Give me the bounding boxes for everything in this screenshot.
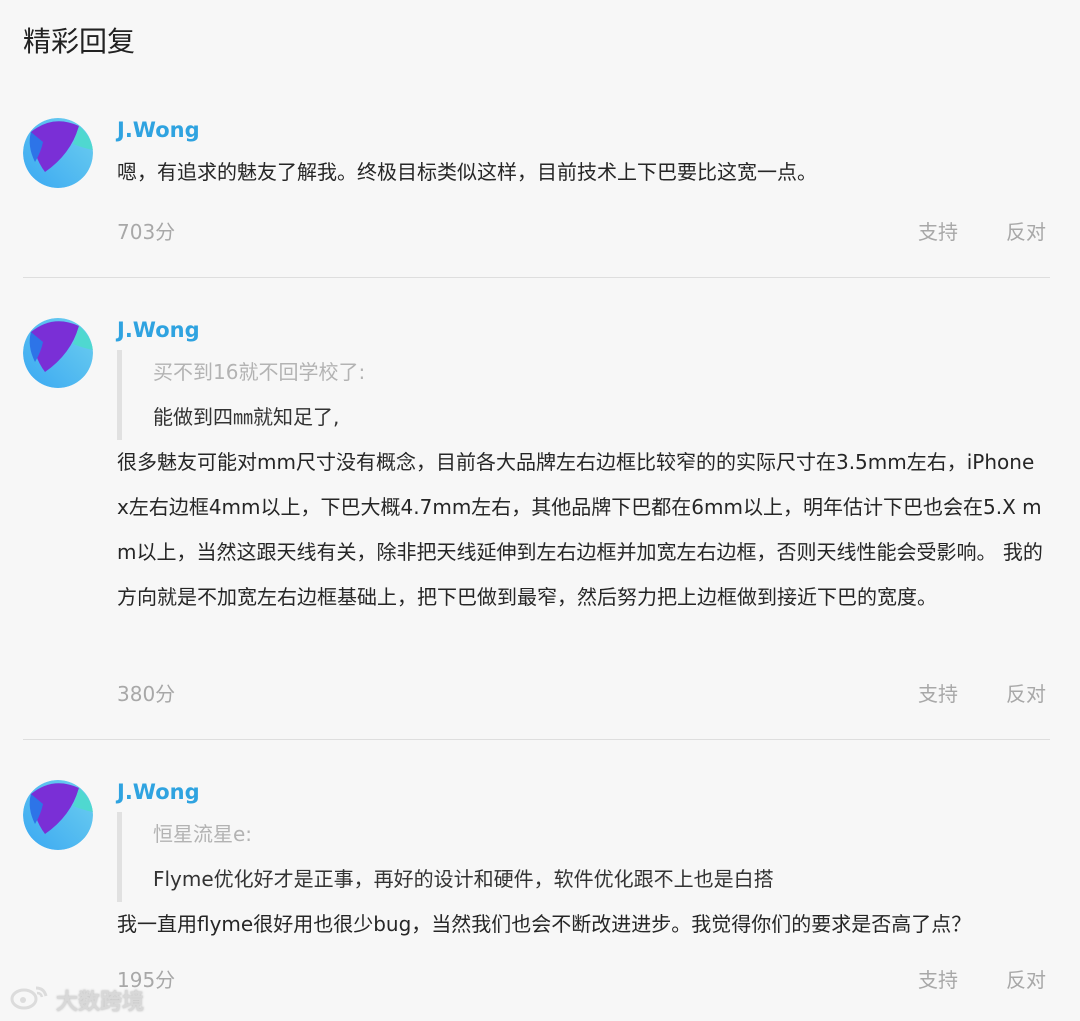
oppose-button[interactable]: 反对 xyxy=(1006,218,1046,246)
divider xyxy=(23,277,1050,278)
avatar-logo-icon xyxy=(23,118,93,188)
quoted-reply: 买不到16就不回学校了: 能做到四㎜就知足了, xyxy=(117,350,1037,440)
reply-item: J.Wong 买不到16就不回学校了: 能做到四㎜就知足了, 很多魅友可能对mm… xyxy=(23,316,1050,716)
avatar[interactable] xyxy=(23,118,93,188)
score: 703分 xyxy=(117,220,176,244)
reply-item: J.Wong 嗯，有追求的魅友了解我。终极目标类似这样，目前技术上下巴要比这宽一… xyxy=(23,116,1050,246)
oppose-button[interactable]: 反对 xyxy=(1006,966,1046,994)
watermark: 大数跨境 xyxy=(10,984,144,1016)
reply-text: 嗯，有追求的魅友了解我。终极目标类似这样，目前技术上下巴要比这宽一点。 xyxy=(117,160,817,184)
avatar-logo-icon xyxy=(23,318,93,388)
section-title: 精彩回复 xyxy=(23,25,136,58)
score: 380分 xyxy=(117,682,176,706)
quote-author[interactable]: 恒星流星e: xyxy=(153,812,1037,857)
avatar[interactable] xyxy=(23,318,93,388)
support-button[interactable]: 支持 xyxy=(918,680,958,708)
username[interactable]: J.Wong xyxy=(117,116,200,144)
quote-author[interactable]: 买不到16就不回学校了: xyxy=(153,350,1037,395)
quote-text: Flyme优化好才是正事，再好的设计和硬件，软件优化跟不上也是白搭 xyxy=(153,867,774,891)
username[interactable]: J.Wong xyxy=(117,778,200,806)
divider xyxy=(23,739,1050,740)
quoted-reply: 恒星流星e: Flyme优化好才是正事，再好的设计和硬件，软件优化跟不上也是白搭 xyxy=(117,812,1037,902)
weibo-logo-icon xyxy=(10,984,50,1016)
avatar-logo-icon xyxy=(23,780,93,850)
reply-text: 我一直用flyme很好用也很少bug，当然我们也会不断改进进步。我觉得你们的要求… xyxy=(117,912,972,936)
support-button[interactable]: 支持 xyxy=(918,218,958,246)
reply-item: J.Wong 恒星流星e: Flyme优化好才是正事，再好的设计和硬件，软件优化… xyxy=(23,778,1050,1008)
reply-text: 很多魅友可能对mm尺寸没有概念，目前各大品牌左右边框比较窄的的实际尺寸在3.5m… xyxy=(117,450,1043,609)
watermark-text: 大数跨境 xyxy=(56,990,145,1015)
oppose-button[interactable]: 反对 xyxy=(1006,680,1046,708)
quote-text: 能做到四㎜就知足了, xyxy=(153,405,340,429)
avatar[interactable] xyxy=(23,780,93,850)
username[interactable]: J.Wong xyxy=(117,316,200,344)
support-button[interactable]: 支持 xyxy=(918,966,958,994)
